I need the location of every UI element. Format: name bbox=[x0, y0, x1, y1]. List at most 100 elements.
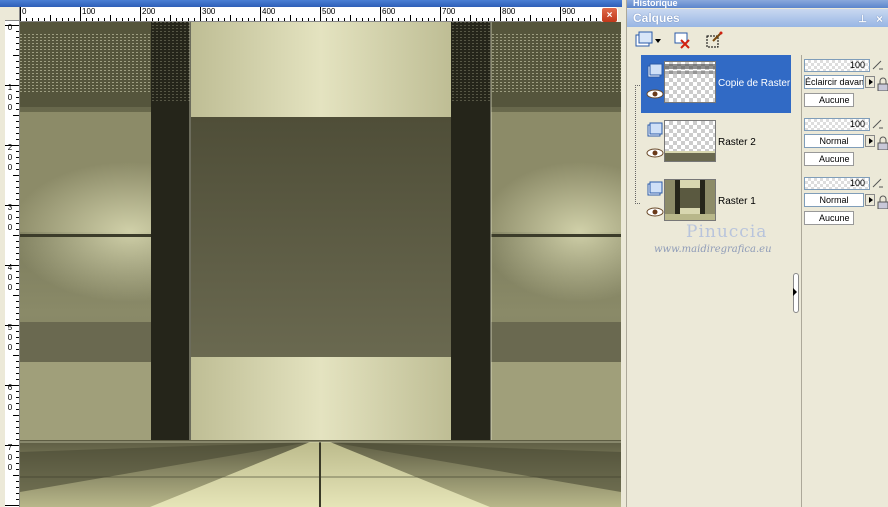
edit-selection-button[interactable] bbox=[703, 30, 725, 50]
ruler-tick bbox=[338, 18, 339, 21]
visibility-eye-icon[interactable] bbox=[646, 89, 664, 99]
delete-layer-button[interactable] bbox=[671, 30, 693, 50]
ruler-tick bbox=[182, 18, 183, 21]
blend-mode-arrow[interactable] bbox=[865, 76, 875, 88]
raster-layer-icon[interactable] bbox=[647, 181, 663, 197]
ruler-tick bbox=[16, 391, 19, 392]
ruler-tick bbox=[242, 18, 243, 21]
ruler-tick bbox=[332, 18, 333, 21]
ruler-tick bbox=[152, 18, 153, 21]
layers-palette-title[interactable]: Calques ⊥ × bbox=[627, 9, 888, 27]
ruler-tick bbox=[572, 18, 573, 21]
ruler-tick bbox=[16, 151, 19, 152]
mask-field[interactable]: Aucune bbox=[804, 211, 854, 225]
blend-mode-select[interactable]: Normal bbox=[804, 134, 864, 148]
ruler-tick bbox=[16, 229, 19, 230]
watermark-name: Pinuccia bbox=[686, 222, 768, 242]
ruler-tick bbox=[302, 18, 303, 21]
ruler-tick bbox=[98, 18, 99, 21]
ruler-tick bbox=[530, 15, 531, 21]
ruler-tick bbox=[200, 7, 201, 21]
ruler-tick bbox=[16, 373, 19, 374]
ruler-tick bbox=[16, 247, 19, 248]
ruler-tick bbox=[290, 15, 291, 21]
ruler-tick bbox=[548, 18, 549, 21]
ruler-tick bbox=[16, 127, 19, 128]
mask-field[interactable]: Aucune bbox=[804, 93, 854, 107]
opacity-spin-icon[interactable] bbox=[871, 118, 885, 130]
ruler-tick bbox=[16, 469, 19, 470]
expand-arrow-icon[interactable] bbox=[793, 288, 797, 296]
ruler-tick bbox=[16, 67, 19, 68]
horizontal-ruler[interactable]: 0 100 200 300 400 500 600 700 800 900 bbox=[20, 7, 605, 22]
ruler-label: 600 bbox=[382, 7, 396, 16]
ruler-tick bbox=[5, 205, 19, 206]
blend-mode-arrow[interactable] bbox=[865, 194, 875, 206]
ruler-tick bbox=[404, 18, 405, 21]
ruler-tick bbox=[16, 367, 19, 368]
group-bracket bbox=[635, 85, 640, 204]
ruler-tick bbox=[560, 7, 561, 21]
ruler-tick bbox=[13, 175, 19, 176]
close-window-button[interactable]: × bbox=[601, 7, 618, 23]
ruler-label-digit: 0 bbox=[7, 93, 13, 102]
raster-layer-icon[interactable] bbox=[647, 122, 663, 138]
ruler-tick bbox=[16, 223, 19, 224]
blend-mode-select[interactable]: Éclaircir davantage bbox=[804, 75, 864, 89]
visibility-eye-icon[interactable] bbox=[646, 207, 664, 217]
layer-row-raster-2[interactable]: Raster 2 bbox=[641, 114, 791, 172]
ruler-tick bbox=[16, 163, 19, 164]
layer-thumbnail bbox=[664, 179, 716, 221]
layer-properties-row: 100 Éclaircir davantage Aucune bbox=[802, 55, 888, 113]
ruler-tick bbox=[16, 343, 19, 344]
opacity-slider[interactable]: 100 bbox=[804, 59, 870, 72]
ruler-tick bbox=[16, 301, 19, 302]
opacity-spin-icon[interactable] bbox=[871, 177, 885, 189]
palette-title-label: Calques bbox=[633, 11, 680, 25]
blend-mode-select[interactable]: Normal bbox=[804, 193, 864, 207]
layers-toolbar bbox=[627, 27, 888, 53]
ruler-tick bbox=[122, 18, 123, 21]
blend-mode-arrow[interactable] bbox=[865, 135, 875, 147]
ruler-label-digit: 0 bbox=[7, 153, 13, 162]
ruler-tick bbox=[488, 18, 489, 21]
layer-row-copie-de-raster-2[interactable]: Copie de Raster 2 bbox=[641, 55, 791, 113]
mask-field[interactable]: Aucune bbox=[804, 152, 854, 166]
vertical-ruler[interactable]: 0100200300400500600700 bbox=[5, 21, 20, 507]
ruler-tick bbox=[584, 18, 585, 21]
history-palette-title[interactable]: Historique bbox=[627, 0, 888, 8]
ruler-tick bbox=[5, 265, 19, 266]
raster-layer-icon[interactable] bbox=[647, 63, 663, 79]
visibility-eye-icon[interactable] bbox=[646, 148, 664, 158]
opacity-slider[interactable]: 100 bbox=[804, 118, 870, 131]
ruler-tick bbox=[20, 7, 21, 21]
new-layer-button[interactable] bbox=[633, 30, 663, 50]
image-canvas[interactable] bbox=[20, 22, 621, 507]
ruler-tick bbox=[146, 18, 147, 21]
ruler-tick bbox=[16, 61, 19, 62]
ruler-tick bbox=[16, 487, 19, 488]
lock-icon[interactable] bbox=[877, 77, 888, 91]
ruler-tick bbox=[16, 103, 19, 104]
ruler-label-digit: 0 bbox=[7, 333, 13, 342]
lock-icon[interactable] bbox=[877, 136, 888, 150]
panel-splitter[interactable] bbox=[791, 55, 799, 507]
opacity-spin-icon[interactable] bbox=[871, 59, 885, 71]
ruler-tick bbox=[16, 289, 19, 290]
ruler-tick bbox=[5, 385, 19, 386]
ruler-tick bbox=[380, 7, 381, 21]
ruler-tick bbox=[344, 18, 345, 21]
ruler-tick bbox=[16, 277, 19, 278]
ruler-tick bbox=[92, 18, 93, 21]
opacity-slider[interactable]: 100 bbox=[804, 177, 870, 190]
ruler-tick bbox=[16, 397, 19, 398]
ruler-tick bbox=[392, 18, 393, 21]
ruler-tick bbox=[16, 427, 19, 428]
ruler-tick bbox=[512, 18, 513, 21]
close-icon[interactable]: × bbox=[876, 10, 883, 28]
lock-icon[interactable] bbox=[877, 195, 888, 209]
ruler-tick bbox=[80, 7, 81, 21]
ruler-tick bbox=[13, 355, 19, 356]
ruler-label-digit: 0 bbox=[7, 463, 13, 472]
ruler-tick bbox=[16, 37, 19, 38]
